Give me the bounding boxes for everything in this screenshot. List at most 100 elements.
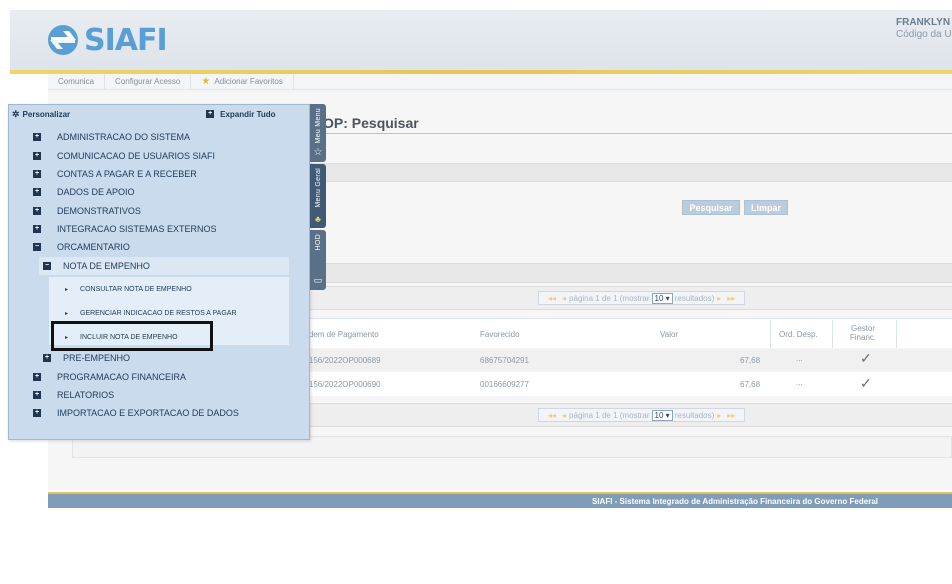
submenu-label: GERENCIAR INDICACAO DE RESTOS A PAGAR [80,309,237,317]
siafi-logo[interactable]: SIAFI [46,22,168,58]
col-divider [896,320,897,348]
menu-item-nota-empenho[interactable]: − NOTA DE EMPENHO [43,258,150,274]
cell-favorecido: 68675704291 [480,356,529,365]
pager-text-after: resultados) [674,410,715,420]
col-ord-desp: Ord. Desp. [779,330,818,339]
submenu-label: CONSULTAR NOTA DE EMPENHO [80,285,192,293]
menu-item-programacao[interactable]: + PROGRAMACAO FINANCEIRA [33,369,186,385]
menu-item-relatorios[interactable]: + RELATORIOS [33,387,114,403]
menu-item-demonstrativos[interactable]: + DEMONSTRATIVOS [33,203,141,219]
collapse-icon[interactable]: − [33,243,41,251]
menu-item-orcamentario[interactable]: − ORCAMENTARIO [33,239,130,255]
menu-item-integracao[interactable]: + INTEGRACAO SISTEMAS EXTERNOS [33,221,217,237]
search-button[interactable]: Pesquisar [682,200,740,215]
menu-item-dados-apoio[interactable]: + DADOS DE APOIO [33,184,135,200]
col-gestor-financ: Gestor Financ. [849,324,877,342]
next-page-icon[interactable]: ▸ [717,411,721,420]
siafi-screen: SIAFI FRANKLYN Código da UC Comunica Con… [0,0,952,584]
tab-hod[interactable]: HOD ▭ [310,230,326,290]
cell-ord-desp[interactable]: ... [796,378,803,387]
expand-all-link[interactable]: Expandir Tudo [220,110,275,119]
col-favorecido: Favorecido [480,330,520,339]
prev-page-icon[interactable]: ◂ [562,294,566,303]
cell-ord-desp[interactable]: ... [796,354,803,363]
bullet-icon: ▸ [65,334,69,341]
menu-item-comunicacao[interactable]: + COMUNICACAO DE USUARIOS SIAFI [33,148,215,164]
siafi-logo-icon [48,25,78,55]
clear-button-label: Limpar [750,202,781,213]
prev-page-icon[interactable]: ◂ [562,411,566,420]
expand-all-icon[interactable]: + [206,110,215,118]
star-icon: ★ [201,76,211,87]
submenu-label: INCLUIR NOTA DE EMPENHO [80,333,178,341]
clear-button[interactable]: Limpar [744,200,788,215]
submenu-consultar-nota[interactable]: ▸ CONSULTAR NOTA DE EMPENHO [65,282,192,296]
top-toolbar: Comunica Configurar Acesso ★ Adicionar Fa… [48,74,952,90]
first-page-icon[interactable]: ◂◂ [548,411,556,420]
pager-text-before: página 1 de 1 (mostrar [569,293,650,303]
collapse-icon[interactable]: − [43,262,51,270]
page-size-select[interactable]: 10 ▾ [651,292,673,304]
first-page-icon[interactable]: ◂◂ [548,294,556,303]
pager-text-before: página 1 de 1 (mostrar [569,410,650,420]
col-divider [832,320,833,348]
expand-icon[interactable]: + [43,354,51,362]
menu-item-importacao[interactable]: + IMPORTACAO E EXPORTACAO DE DADOS [33,405,239,421]
cell-ordem[interactable]: 58156/2022OP000690 [300,380,381,389]
user-code-label: Código da UC [896,29,952,40]
logo-text: SIAFI [84,22,168,58]
personalize-link[interactable]: Personalizar [23,110,71,119]
tab-menu-geral[interactable]: Menu Geral ♣ [310,164,326,228]
toolbar-favoritos-label: Adicionar Favoritos [214,77,283,86]
expand-icon[interactable]: + [33,170,41,178]
expand-icon[interactable]: + [33,133,41,141]
expand-icon[interactable]: + [33,373,41,381]
last-page-icon[interactable]: ▸▸ [727,411,735,420]
expand-icon[interactable]: + [33,391,41,399]
expand-icon[interactable]: + [33,207,41,215]
menu-item-pre-empenho[interactable]: + PRE-EMPENHO [43,350,130,366]
submenu-incluir-nota[interactable]: ▸ INCLUIR NOTA DE EMPENHO [65,330,178,344]
toolbar-adicionar-favoritos[interactable]: ★ Adicionar Favoritos [191,74,294,89]
menu-item-contas[interactable]: + CONTAS A PAGAR E A RECEBER [33,166,197,182]
expand-icon[interactable]: + [33,409,41,417]
cell-ordem[interactable]: 58156/2022OP000689 [300,356,381,365]
menu-item-label: NOTA DE EMPENHO [63,261,150,271]
toolbar-comunica-label: Comunica [58,77,95,86]
menu-item-label: PRE-EMPENHO [63,353,131,363]
check-icon: ✓ [860,350,872,366]
monitor-icon: ▭ [313,275,323,285]
page-size-select[interactable]: 10 ▾ [651,409,673,421]
toolbar-configurar-label: Configurar Acesso [115,77,181,86]
next-page-icon[interactable]: ▸ [717,294,721,303]
toolbar-comunica[interactable]: Comunica [48,74,106,89]
menu-item-label: PROGRAMACAO FINANCEIRA [57,372,187,382]
col-ordem-pagamento: Ordem de Pagamento [300,330,379,339]
search-button-label: Pesquisar [689,202,733,213]
tab-meu-menu[interactable]: Meu Menu ☆ [310,104,326,162]
menu-item-administracao[interactable]: + ADMINISTRACAO DO SISTEMA [33,129,190,145]
bullet-icon: ▸ [65,286,69,293]
page-size-value: 10 [654,410,664,420]
expand-icon[interactable]: + [33,152,41,160]
menu-item-label: INTEGRACAO SISTEMAS EXTERNOS [57,224,217,234]
menu-item-label: IMPORTACAO E EXPORTACAO DE DADOS [57,408,239,418]
last-page-icon[interactable]: ▸▸ [727,294,735,303]
menu-item-label: ADMINISTRACAO DO SISTEMA [57,132,191,142]
expand-icon[interactable]: + [33,225,41,233]
tab-label: Meu Menu [314,108,322,144]
tree-icon: ♣ [315,214,321,224]
submenu-gerenciar-indicacao[interactable]: ▸ GERENCIAR INDICACAO DE RESTOS A PAGAR [65,306,237,320]
toolbar-configurar-acesso[interactable]: Configurar Acesso [105,74,192,89]
footer-text: SIAFI - Sistema Integrado de Administraç… [592,496,878,506]
col-divider [770,320,771,348]
menu-item-label: DEMONSTRATIVOS [57,206,141,216]
page-size-value: 10 [654,293,664,303]
menu-item-label: COMUNICACAO DE USUARIOS SIAFI [57,151,216,161]
pager-top: ◂◂ ◂ página 1 de 1 (mostrar 10 ▾ resulta… [538,291,746,305]
page-title: OP: Pesquisar [323,115,419,131]
gear-icon[interactable]: ✲ [12,109,20,120]
user-name: FRANKLYN [896,17,951,28]
expand-icon[interactable]: + [33,188,41,196]
menu-item-label: ORCAMENTARIO [57,242,130,252]
